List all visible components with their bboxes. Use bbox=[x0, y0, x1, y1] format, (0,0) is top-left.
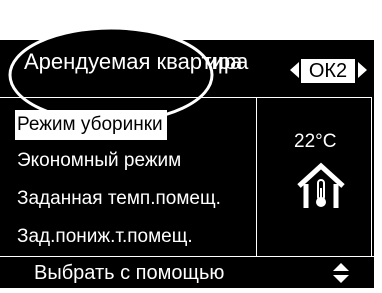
up-down-arrows-icon bbox=[333, 263, 349, 283]
menu-item-reduced-room-temp[interactable]: Зад.пониж.т.помещ. bbox=[17, 222, 193, 252]
bottom-margin bbox=[0, 288, 382, 293]
arrow-right-icon[interactable] bbox=[358, 62, 367, 78]
menu-item-cleaning-mode[interactable]: Режим уборинки bbox=[15, 110, 167, 140]
menu-item-eco-mode[interactable]: Экономный режим bbox=[17, 146, 181, 176]
right-margin bbox=[374, 0, 382, 293]
arrow-left-icon[interactable] bbox=[290, 62, 299, 78]
temperature-readout: 22°C bbox=[294, 131, 337, 152]
panel-divider bbox=[256, 97, 257, 257]
footer-hint: Выбрать с помощью bbox=[34, 262, 225, 284]
page-title: Арендуемая квартира bbox=[24, 49, 249, 74]
ok-indicator[interactable]: ОК2 bbox=[301, 59, 355, 83]
menu-item-room-temp-setpoint[interactable]: Заданная темп.помещ. bbox=[17, 184, 221, 214]
footer-divider bbox=[0, 256, 374, 257]
house-thermometer-icon bbox=[297, 162, 345, 208]
